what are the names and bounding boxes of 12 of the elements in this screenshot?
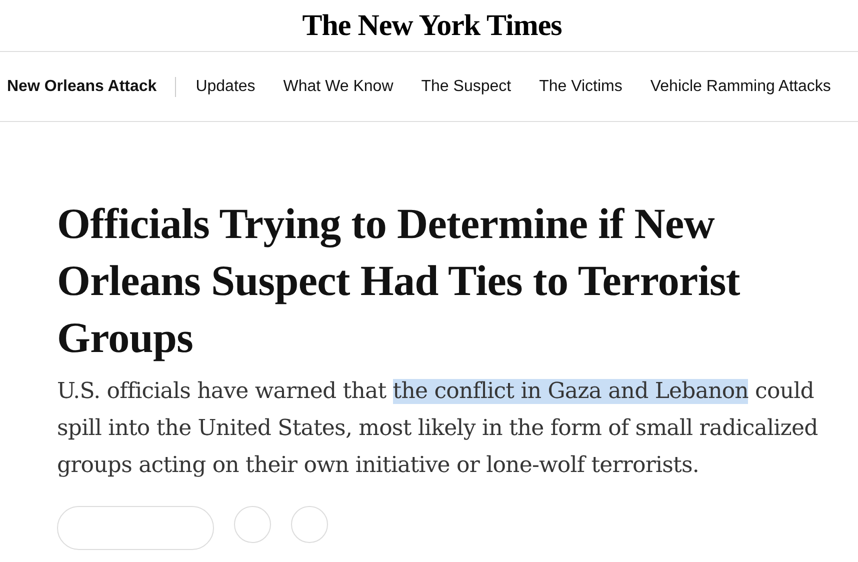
section-nav-link[interactable]: The Suspect: [421, 78, 512, 96]
section-title-link[interactable]: New Orleans Attack: [7, 76, 176, 96]
section-nav-link[interactable]: Vehicle Ramming Attacks: [650, 78, 831, 96]
share-pill-button[interactable]: [57, 506, 214, 550]
article-summary: U.S. officials have warned that the conflict in Gaza and Lebanon could spill into the United States, most likely in the form of small radicalized groups acting on their own initiative or lone-wolf terrorists.: [57, 378, 819, 480]
newspaper-logo[interactable]: The New York Times: [302, 8, 562, 42]
round-action-button[interactable]: [291, 506, 328, 543]
round-action-button[interactable]: [234, 506, 271, 543]
section-nav-link[interactable]: Updates: [196, 78, 256, 96]
section-nav-link[interactable]: The Victims: [539, 78, 622, 96]
section-nav-link[interactable]: What We Know: [283, 78, 394, 96]
article-headline: Officials Trying to Determine if New Orleans Suspect Had Ties to Terrorist Groups: [57, 200, 741, 364]
